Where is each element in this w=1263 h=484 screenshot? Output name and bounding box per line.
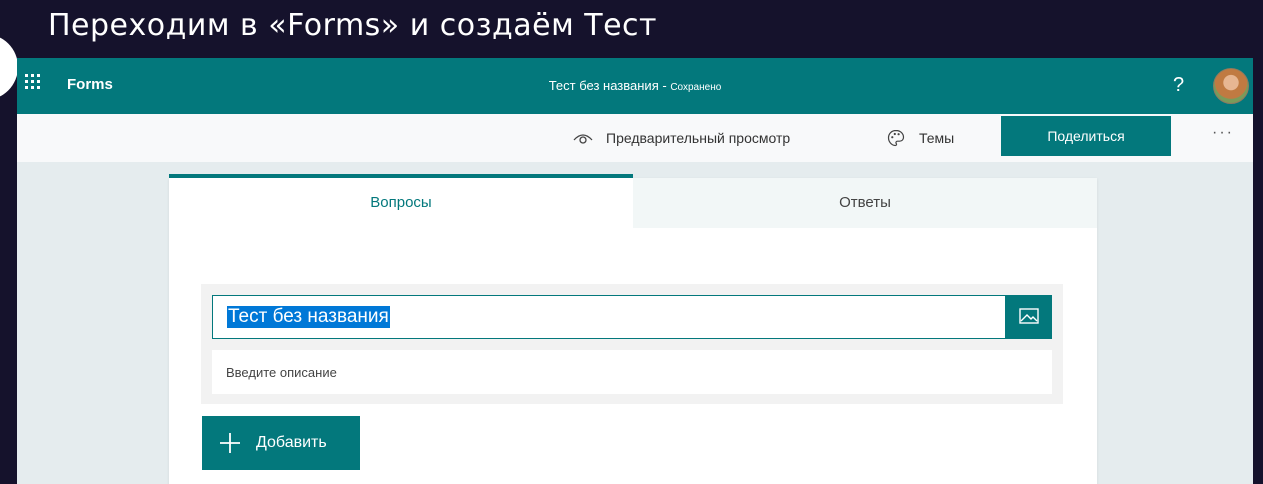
more-options-icon[interactable]: ···	[1205, 124, 1241, 148]
help-icon[interactable]: ?	[1173, 74, 1184, 97]
add-question-button[interactable]: Добавить	[202, 416, 360, 470]
palette-icon	[885, 127, 907, 149]
tab-responses[interactable]: Ответы	[633, 178, 1097, 228]
form-title-field: Тест без названия	[212, 295, 1006, 339]
preview-button[interactable]: Предварительный просмотр	[572, 114, 790, 162]
add-question-label: Добавить	[256, 434, 327, 451]
preview-label: Предварительный просмотр	[606, 130, 791, 146]
plus-icon	[218, 431, 242, 455]
document-title: Тест без названия	[548, 78, 659, 93]
themes-label: Темы	[919, 130, 955, 146]
form-description-input[interactable]	[212, 350, 1052, 394]
themes-button[interactable]: Темы	[885, 114, 954, 162]
eye-icon	[572, 127, 594, 149]
image-icon	[1019, 307, 1039, 327]
slide-title: Переходим в «Forms» и создаём Тест	[48, 8, 658, 43]
form-title-input[interactable]	[213, 296, 1005, 338]
form-title-card: Тест без названия	[201, 284, 1063, 404]
document-status: Тест без названия - Сохранено	[17, 78, 1253, 93]
forms-screenshot: Forms Тест без названия - Сохранено ? Пр…	[17, 58, 1253, 484]
slide-decoration-circle	[0, 34, 18, 100]
presentation-slide: Переходим в «Forms» и создаём Тест Forms…	[0, 0, 1263, 484]
save-status: Сохранено	[670, 82, 722, 93]
top-bar: Forms Тест без названия - Сохранено ?	[17, 58, 1253, 114]
avatar[interactable]	[1213, 68, 1249, 104]
share-button[interactable]: Поделиться	[1001, 116, 1171, 156]
form-canvas: Вопросы Ответы Тест без названия Введите…	[169, 174, 1097, 484]
status-separator: -	[658, 78, 671, 93]
tab-questions[interactable]: Вопросы	[169, 174, 633, 228]
tab-bar: Вопросы Ответы	[169, 174, 1097, 228]
insert-image-button[interactable]	[1006, 295, 1052, 339]
command-bar: Предварительный просмотр Темы Поделиться…	[17, 114, 1253, 162]
